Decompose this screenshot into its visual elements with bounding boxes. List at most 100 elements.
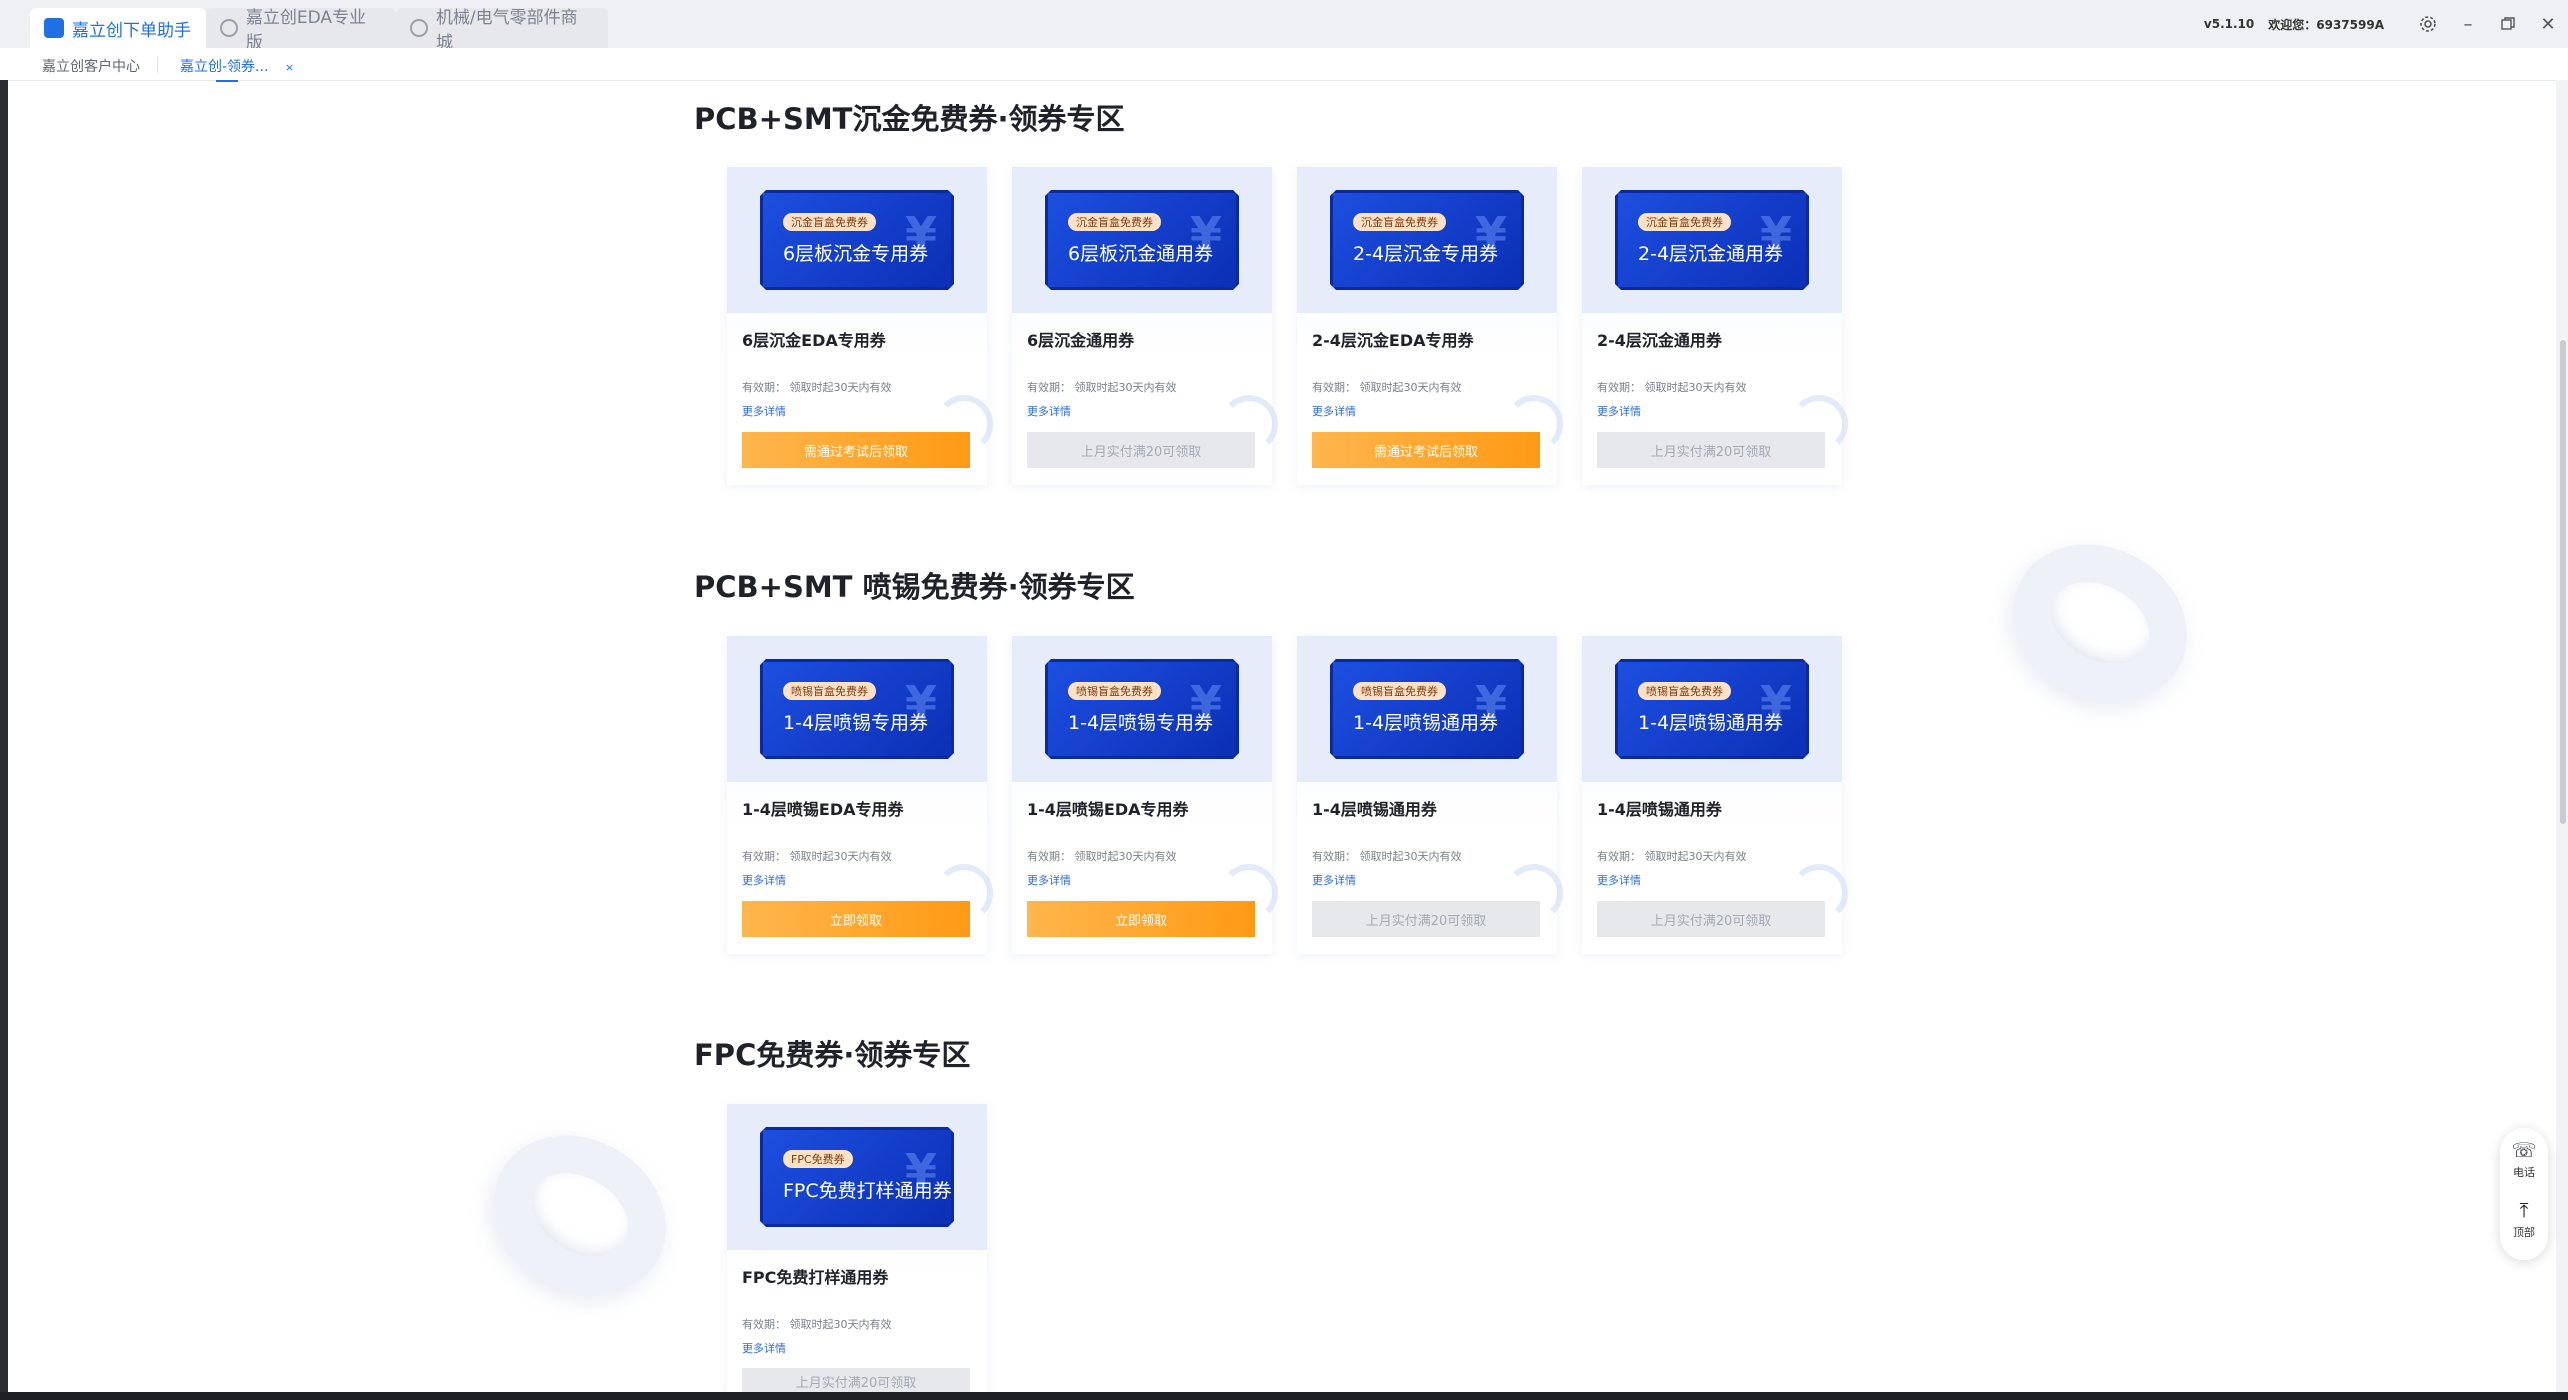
coupon-ticket-image: 喷锡盲盒免费券 ¥ 1-4层喷锡通用券 — [1615, 659, 1809, 759]
floating-contact-widget: ☏ 电话 ⤒ 顶部 — [2500, 1128, 2548, 1260]
left-edge — [0, 80, 8, 1400]
claim-button-disabled[interactable]: 上月实付满20可领取 — [1027, 432, 1255, 468]
claim-button[interactable]: 需通过考试后领取 — [1312, 432, 1540, 468]
coupon-tag: 喷锡盲盒免费券 — [1068, 682, 1161, 700]
more-details-link[interactable]: 更多详情 — [1597, 403, 1641, 419]
claim-button-disabled[interactable]: 上月实付满20可领取 — [1597, 432, 1825, 468]
coupon-card: 喷锡盲盒免费券 ¥ 1-4层喷锡通用券 1-4层喷锡通用券 有效期： 领取时起3… — [1582, 636, 1848, 954]
coupon-banner: 喷锡盲盒免费券 ¥ 1-4层喷锡通用券 — [1582, 636, 1842, 782]
more-details-link[interactable]: 更多详情 — [1027, 403, 1071, 419]
settings-icon[interactable] — [2408, 0, 2448, 48]
coupon-validity: 有效期： 领取时起30天内有效 — [1312, 850, 1462, 863]
coupon-tag: 喷锡盲盒免费券 — [783, 682, 876, 700]
coupon-ticket-image: 喷锡盲盒免费券 ¥ 1-4层喷锡专用券 — [760, 659, 954, 759]
more-details-link[interactable]: 更多详情 — [1312, 403, 1356, 419]
claim-button-disabled[interactable]: 上月实付满20可领取 — [742, 1368, 970, 1392]
coupon-ticket-image: 喷锡盲盒免费券 ¥ 1-4层喷锡专用券 — [1045, 659, 1239, 759]
tab-divider — [157, 57, 158, 73]
coupon-name: 2-4层沉金EDA专用券 — [1312, 331, 1474, 350]
parts-mall-icon — [410, 19, 428, 37]
claim-now-button[interactable]: 立即领取 — [1027, 901, 1255, 937]
more-details-link[interactable]: 更多详情 — [742, 403, 786, 419]
coupon-ticket-image: 沉金盲盒免费券 ¥ 6层板沉金专用券 — [760, 190, 954, 290]
top-label: 顶部 — [2513, 1226, 2535, 1239]
back-to-top-icon: ⤒ — [2519, 1198, 2529, 1222]
restore-icon[interactable] — [2488, 0, 2528, 48]
coupon-ticket-title: 2-4层沉金专用券 — [1353, 243, 1499, 265]
title-bar: 嘉立创下单助手 嘉立创EDA专业版 机械/电气零部件商城 v5.1.10 欢迎您… — [0, 0, 2568, 53]
coupon-card: 喷锡盲盒免费券 ¥ 1-4层喷锡通用券 1-4层喷锡通用券 有效期： 领取时起3… — [1297, 636, 1563, 954]
claim-button-disabled[interactable]: 上月实付满20可领取 — [1312, 901, 1540, 937]
coupon-ticket-image: FPC免费券 ¥ FPC免费打样通用券 — [760, 1127, 954, 1227]
app-tab-eda-pro[interactable]: 嘉立创EDA专业版 — [206, 8, 396, 53]
coupon-name: 2-4层沉金通用券 — [1597, 331, 1722, 350]
coupon-validity: 有效期： 领取时起30天内有效 — [1597, 381, 1747, 394]
coupon-card: FPC免费券 ¥ FPC免费打样通用券 FPC免费打样通用券 有效期： 领取时起… — [727, 1104, 987, 1394]
coupon-tag: 沉金盲盒免费券 — [1068, 213, 1161, 231]
coupon-validity: 有效期： 领取时起30天内有效 — [742, 1318, 892, 1331]
coupon-tag: 沉金盲盒免费券 — [1638, 213, 1731, 231]
coupon-card: 沉金盲盒免费券 ¥ 6层板沉金专用券 6层沉金EDA专用券 有效期： 领取时起3… — [727, 167, 993, 485]
coupon-validity: 有效期： 领取时起30天内有效 — [1597, 850, 1747, 863]
coupon-ticket-title: 6层板沉金通用券 — [1068, 243, 1214, 265]
more-details-link[interactable]: 更多详情 — [742, 1340, 786, 1356]
coupon-ticket-title: FPC免费打样通用券 — [783, 1180, 952, 1202]
coupon-ticket-image: 沉金盲盒免费券 ¥ 2-4层沉金专用券 — [1330, 190, 1524, 290]
phone-label: 电话 — [2513, 1166, 2535, 1179]
coupon-card: 喷锡盲盒免费券 ¥ 1-4层喷锡专用券 1-4层喷锡EDA专用券 有效期： 领取… — [1012, 636, 1278, 954]
claim-button[interactable]: 需通过考试后领取 — [742, 432, 970, 468]
page-tab-customer-center[interactable]: 嘉立创客户中心 — [42, 56, 140, 76]
coupon-banner: 沉金盲盒免费券 ¥ 2-4层沉金专用券 — [1297, 167, 1557, 313]
scrollbar-thumb[interactable] — [2560, 340, 2566, 824]
more-details-link[interactable]: 更多详情 — [1312, 872, 1356, 888]
coupon-ticket-title: 6层板沉金专用券 — [783, 243, 929, 265]
phone-button[interactable]: ☏ 电话 — [2500, 1138, 2548, 1180]
app-tab-label: 机械/电气零部件商城 — [435, 8, 578, 53]
version-label: v5.1.10 — [2203, 17, 2255, 31]
coupon-name: 1-4层喷锡EDA专用券 — [742, 800, 904, 819]
bottom-edge — [0, 1392, 2568, 1400]
coupon-ticket-title: 1-4层喷锡通用券 — [1353, 712, 1499, 734]
coupon-name: 1-4层喷锡通用券 — [1597, 800, 1722, 819]
coupon-card: 沉金盲盒免费券 ¥ 2-4层沉金专用券 2-4层沉金EDA专用券 有效期： 领取… — [1297, 167, 1563, 485]
coupon-ticket-image: 沉金盲盒免费券 ¥ 6层板沉金通用券 — [1045, 190, 1239, 290]
claim-button-disabled[interactable]: 上月实付满20可领取 — [1597, 901, 1825, 937]
coupon-ticket-image: 喷锡盲盒免费券 ¥ 1-4层喷锡通用券 — [1330, 659, 1524, 759]
more-details-link[interactable]: 更多详情 — [742, 872, 786, 888]
more-details-link[interactable]: 更多详情 — [1597, 872, 1641, 888]
close-icon[interactable]: ✕ — [2528, 0, 2568, 48]
coupon-banner: 沉金盲盒免费券 ¥ 2-4层沉金通用券 — [1582, 167, 1842, 313]
claim-now-button[interactable]: 立即领取 — [742, 901, 970, 937]
section-title: FPC免费券·领券专区 — [694, 1038, 971, 1072]
coupon-tag: 沉金盲盒免费券 — [783, 213, 876, 231]
coupon-name: 6层沉金通用券 — [1027, 331, 1135, 350]
tab-close-icon[interactable]: × — [285, 61, 294, 74]
coupon-banner: 喷锡盲盒免费券 ¥ 1-4层喷锡专用券 — [1012, 636, 1272, 782]
more-details-link[interactable]: 更多详情 — [1027, 872, 1071, 888]
minimize-icon[interactable]: – — [2448, 0, 2488, 48]
order-assistant-icon — [44, 18, 64, 38]
page-tab-bar: 嘉立创客户中心 嘉立创-领券... × — [0, 48, 2568, 82]
coupon-name: 1-4层喷锡通用券 — [1312, 800, 1437, 819]
app-tab-label: 嘉立创EDA专业版 — [245, 8, 367, 53]
coupon-tag: 喷锡盲盒免费券 — [1353, 682, 1446, 700]
section-title: PCB+SMT沉金免费券·领券专区 — [694, 102, 1125, 136]
decorative-ring — [463, 1103, 697, 1327]
back-to-top-button[interactable]: ⤒ 顶部 — [2500, 1198, 2548, 1240]
coupon-card: 沉金盲盒免费券 ¥ 2-4层沉金通用券 2-4层沉金通用券 有效期： 领取时起3… — [1582, 167, 1848, 485]
coupon-validity: 有效期： 领取时起30天内有效 — [742, 850, 892, 863]
coupon-tag: FPC免费券 — [783, 1150, 853, 1168]
coupon-banner: 沉金盲盒免费券 ¥ 6层板沉金专用券 — [727, 167, 987, 313]
coupon-tag: 沉金盲盒免费券 — [1353, 213, 1446, 231]
page-tab-label: 嘉立创-领券... — [180, 59, 269, 75]
app-tab-parts-mall[interactable]: 机械/电气零部件商城 — [396, 8, 608, 53]
phone-icon: ☏ — [2511, 1138, 2537, 1162]
coupon-ticket-title: 1-4层喷锡通用券 — [1638, 712, 1784, 734]
coupon-banner: FPC免费券 ¥ FPC免费打样通用券 — [727, 1104, 987, 1250]
app-tab-order-assistant[interactable]: 嘉立创下单助手 — [30, 8, 206, 48]
page-tab-coupons[interactable]: 嘉立创-领券... × — [180, 56, 294, 82]
welcome-user: 欢迎您：6937599A — [2268, 17, 2384, 32]
coupon-ticket-title: 2-4层沉金通用券 — [1638, 243, 1784, 265]
app-tab-label: 嘉立创下单助手 — [72, 20, 191, 41]
coupon-validity: 有效期： 领取时起30天内有效 — [742, 381, 892, 394]
